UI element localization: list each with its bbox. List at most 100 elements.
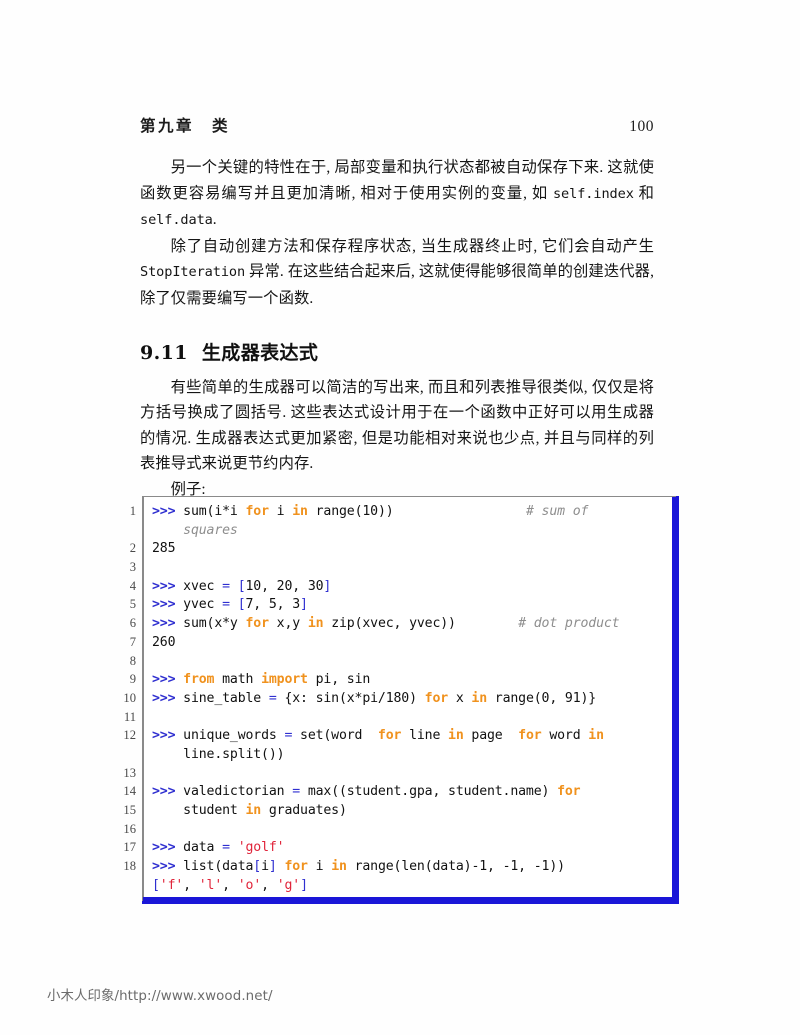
page-number: 100 (629, 118, 654, 135)
paragraph-3: 有些简单的生成器可以简洁的写出来, 而且和列表推导很类似, 仅仅是将方括号换成了… (140, 378, 654, 473)
code-listing: 1 2 3 4 5 6 7 8 9 10 11 12 13 14 15 16 17 18 >>> sum(i*i … (118, 496, 676, 902)
code-token-prompt: >>> (152, 597, 184, 613)
line-number: 17 (123, 840, 136, 855)
code-line: >>> list(data[i] for i in range(len(data… (152, 858, 670, 877)
code-token-plain: math (214, 672, 262, 688)
code-token-op: ] (268, 859, 277, 875)
line-number: 15 (123, 803, 136, 817)
code-token-str: 'f' (159, 877, 184, 893)
code-token-plain: list(data (183, 859, 254, 875)
code-token-plain: , (261, 877, 277, 893)
line-number: 16 (123, 821, 136, 836)
code-token-plain: 10, 20, 30 (245, 578, 324, 594)
code-line: >>> unique_words = set(word for line in … (152, 727, 670, 746)
code-line: line.split()) (152, 746, 670, 765)
code-line: squares (152, 522, 670, 541)
code-token-kw: in (588, 728, 604, 744)
code-line: >>> yvec = [7, 5, 3] (152, 596, 670, 615)
code-token-plain: , (183, 877, 199, 893)
code-token-plain: 7, 5, 3 (245, 597, 301, 613)
code-token-prompt: >>> (152, 859, 184, 875)
code-token-plain: , (222, 877, 238, 893)
line-number: 18 (123, 859, 136, 874)
inline-code-self-index: self.index (552, 185, 634, 202)
code-token-plain: student (152, 803, 246, 818)
code-token-kw: for (557, 784, 581, 800)
code-token-kw: in (331, 859, 347, 875)
code-token-plain: valedictorian (183, 784, 293, 800)
code-token-op: [ (237, 597, 246, 613)
code-token-com: # dot product (518, 616, 620, 632)
code-token-plain: range(10)) (307, 504, 394, 519)
code-token-plain: set(word (292, 728, 378, 744)
code-token-plain: i (307, 859, 332, 875)
code-token-plain: xvec (183, 578, 223, 594)
code-token-plain: x (448, 690, 472, 706)
document-page: 第九章 类 100 另一个关键的特性在于, 局部变量和执行状态都被自动保存下来.… (0, 0, 800, 1035)
line-number: 12 (123, 728, 136, 743)
code-line: >>> sum(i*i for i in range(10)) # sum of (152, 503, 670, 522)
code-token-com: squares (183, 522, 238, 538)
line-number: 13 (123, 765, 136, 780)
code-token-op: [ (152, 877, 160, 893)
code-token-plain: i (268, 504, 293, 519)
code-token-plain: i (261, 859, 269, 875)
code-token-plain: range(len(data)-1, -1, -1)) (346, 859, 565, 875)
code-token-kw: in (292, 504, 308, 519)
code-token-kw: import (261, 672, 308, 688)
code-token-kw: for (377, 728, 402, 744)
code-token-plain: max((student.gpa, student.name) (300, 784, 558, 800)
line-number-gutter: 1 2 3 4 5 6 7 8 9 10 11 12 13 14 15 16 17 18 (118, 496, 142, 901)
code-token-prompt: >>> (152, 690, 184, 706)
code-line: >>> valedictorian = max((student.gpa, st… (152, 783, 670, 802)
line-number: 8 (129, 653, 136, 668)
code-token-kw: in (471, 690, 488, 706)
line-number: 10 (123, 690, 136, 705)
line-number: 4 (129, 578, 136, 593)
code-token-plain: page (463, 728, 519, 744)
line-number: 1 (129, 504, 136, 518)
code-token-op: = (292, 784, 301, 800)
code-token-plain: x,y (268, 616, 308, 632)
running-head: 第九章 类 100 (140, 114, 654, 136)
code-token-plain: sum(i*i (183, 504, 246, 519)
body-column: 另一个关键的特性在于, 局部变量和执行状态都被自动保存下来. 这就使函数更容易编… (140, 155, 654, 503)
section-heading: 9.11 生成器表达式 (140, 338, 654, 365)
code-token-plain: 285 (152, 541, 176, 557)
code-block[interactable]: >>> sum(i*i for i in range(10)) # sum of… (142, 496, 676, 902)
code-token-str: 'golf' (237, 840, 285, 856)
line-number: 7 (129, 634, 136, 649)
line-number: 14 (123, 784, 136, 799)
paragraph-1: 另一个关键的特性在于, 局部变量和执行状态都被自动保存下来. 这就使函数更容易编… (140, 159, 654, 229)
code-token-plain: zip(xvec, yvec)) (323, 616, 456, 632)
code-token-op: = (222, 840, 230, 856)
code-token-str: 'o' (237, 877, 262, 893)
code-token-kw: in (448, 728, 464, 744)
line-number: 5 (129, 597, 136, 612)
line-number (118, 745, 136, 764)
inline-code-self-data: self.data (140, 212, 213, 229)
running-head-chapter: 第九章 类 (140, 116, 231, 135)
code-token-com: # sum of (525, 504, 589, 519)
line-number: 11 (123, 709, 136, 724)
code-token-op: ] (300, 597, 308, 613)
code-token-plain: 260 (152, 634, 176, 650)
section-number: 9.11 (140, 341, 188, 364)
code-line: >>> data = 'golf' (152, 839, 670, 858)
code-line: >>> sum(x*y for x,y in zip(xvec, yvec)) … (152, 615, 670, 634)
code-token-plain: graduates) (261, 803, 347, 818)
code-token-kw: for (245, 616, 270, 632)
code-token-op: [ (253, 859, 262, 875)
code-token-plain: range(0, 91)} (487, 690, 597, 706)
code-token-plain: line.split()) (152, 746, 285, 762)
code-token-str: 'g' (276, 877, 301, 893)
code-token-prompt: >>> (152, 616, 184, 632)
code-token-kw: for (284, 859, 308, 875)
